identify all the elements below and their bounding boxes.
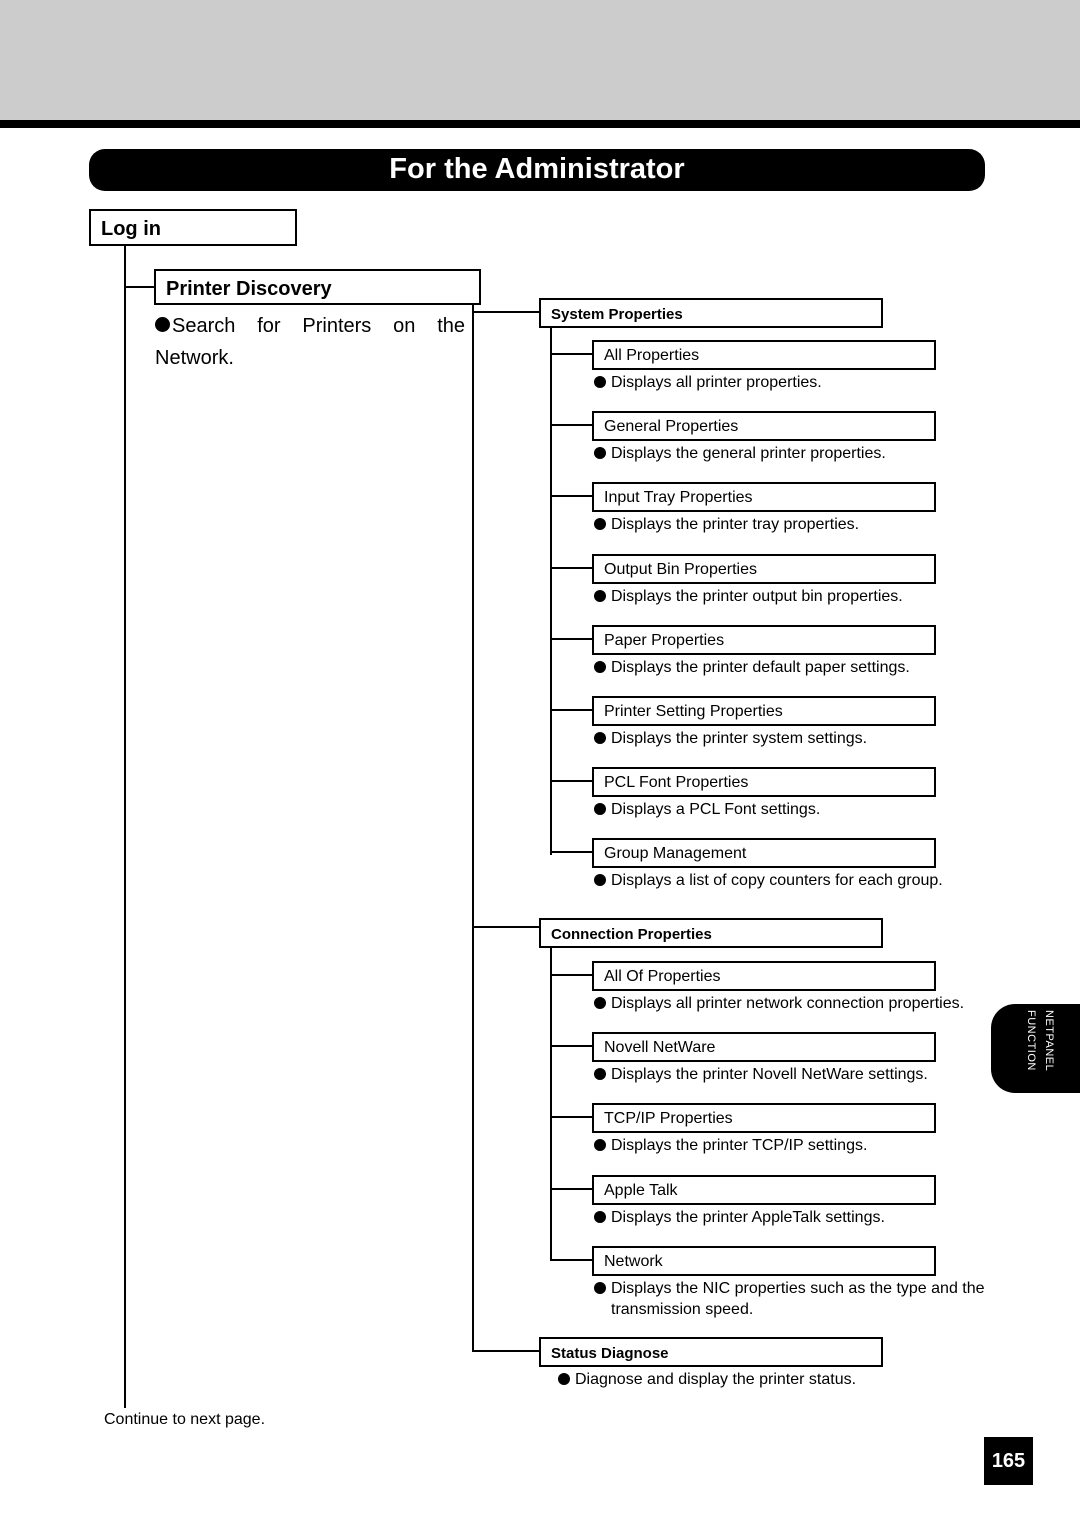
status-diagnose-box: Status Diagnose xyxy=(539,1337,883,1367)
system-branch xyxy=(550,424,594,427)
connection-item-desc: Displays the printer Novell NetWare sett… xyxy=(594,1064,1011,1085)
system-branch xyxy=(550,566,594,569)
system-branch xyxy=(550,780,594,783)
system-item-label: Printer Setting Properties xyxy=(604,703,783,720)
printer-discovery-desc: Search for Printers on the Network. xyxy=(155,315,465,369)
connection-branch xyxy=(550,974,594,976)
side-tab-line2: FUNCTION xyxy=(1025,1010,1037,1071)
system-item-label: Group Management xyxy=(604,845,747,863)
connection-item-desc: Displays the printer TCP/IP settings. xyxy=(594,1135,1011,1156)
side-tab-line1: NETPANEL xyxy=(1043,1010,1055,1072)
bullet-icon xyxy=(594,803,606,816)
connection-item-desc: Displays the printer AppleTalk settings. xyxy=(594,1207,1011,1228)
section-side-tab: NETPANEL FUNCTION xyxy=(991,1004,1080,1093)
system-item-box: Output Bin Properties xyxy=(592,553,936,584)
bullet-icon xyxy=(594,660,606,673)
connection-branch xyxy=(550,1116,594,1119)
system-item-label: Input Tray Properties xyxy=(604,489,753,507)
connection-item-box: Network xyxy=(592,1245,936,1276)
bullet-icon xyxy=(594,1210,606,1223)
system-item-desc: Displays the printer tray properties. xyxy=(594,514,1011,535)
bullet-icon xyxy=(558,1373,570,1385)
bullet-icon xyxy=(594,589,606,602)
system-item-label: Output Bin Properties xyxy=(604,560,757,578)
tree-line-main xyxy=(124,246,126,1408)
connection-item-box: All Of Properties xyxy=(592,961,936,991)
top-black-rule xyxy=(0,120,1080,128)
connection-item-label: Apple Talk xyxy=(604,1181,678,1199)
system-branch xyxy=(550,353,594,355)
connection-branch xyxy=(550,1258,594,1261)
bullet-icon xyxy=(155,317,170,332)
printer-discovery-label: Printer Discovery xyxy=(166,278,332,300)
system-branch xyxy=(550,637,594,640)
bullet-icon xyxy=(594,1068,606,1081)
tree-line-connection xyxy=(550,948,552,1261)
bullet-icon xyxy=(594,874,606,887)
system-item-box: All Properties xyxy=(592,340,936,370)
connection-item-label: Novell NetWare xyxy=(604,1039,716,1057)
system-properties-label: System Properties xyxy=(551,306,683,323)
system-item-label: General Properties xyxy=(604,418,739,436)
system-item-desc: Displays the printer default paper setti… xyxy=(594,657,1011,678)
system-item-label: Paper Properties xyxy=(604,631,725,649)
connection-properties-label: Connection Properties xyxy=(551,926,712,943)
system-item-box: Input Tray Properties xyxy=(592,482,936,513)
connection-item-label: All Of Properties xyxy=(604,968,721,985)
connection-branch xyxy=(550,1187,594,1190)
connection-item-box: Apple Talk xyxy=(592,1174,936,1205)
system-item-label: All Properties xyxy=(604,347,700,364)
status-diagnose-label: Status Diagnose xyxy=(551,1345,669,1362)
bullet-icon xyxy=(594,997,606,1009)
bullet-icon xyxy=(594,447,606,460)
system-item-desc: Displays the printer system settings. xyxy=(594,728,1011,749)
system-item-desc: Displays the printer output bin properti… xyxy=(594,586,1011,607)
page-title: For the Administrator xyxy=(89,149,985,191)
system-item-desc: Displays the general printer properties. xyxy=(594,443,1011,464)
tree-branch-discovery xyxy=(124,286,156,288)
bullet-icon xyxy=(594,732,606,744)
system-properties-box: System Properties xyxy=(539,298,883,328)
tree-branch-system xyxy=(472,311,540,313)
bullet-icon xyxy=(594,518,606,531)
system-item-box: Paper Properties xyxy=(592,624,936,655)
continue-note: Continue to next page. xyxy=(104,1411,266,1428)
system-item-desc: Displays all printer properties. xyxy=(594,372,1011,393)
login-label: Log in xyxy=(101,218,161,240)
top-gray-band xyxy=(0,0,1080,120)
connection-item-box: TCP/IP Properties xyxy=(592,1103,936,1134)
status-diagnose-desc: Diagnose and display the printer status. xyxy=(558,1369,856,1390)
printer-discovery-box: Printer Discovery xyxy=(154,269,481,305)
page-number: 165 xyxy=(984,1437,1033,1485)
connection-branch xyxy=(550,1045,594,1048)
system-item-desc: Displays a PCL Font settings. xyxy=(594,799,1011,820)
system-item-label: PCL Font Properties xyxy=(604,774,749,792)
system-item-box: Group Management xyxy=(592,838,936,869)
system-branch xyxy=(550,495,594,498)
tree-line-system xyxy=(550,328,552,855)
system-item-box: PCL Font Properties xyxy=(592,767,936,798)
login-box: Log in xyxy=(89,209,297,246)
connection-properties-box: Connection Properties xyxy=(539,918,883,948)
tree-line-discovery xyxy=(472,305,474,1352)
bullet-icon xyxy=(594,1139,606,1152)
system-item-box: General Properties xyxy=(592,411,936,442)
connection-item-box: Novell NetWare xyxy=(592,1032,936,1063)
system-branch xyxy=(550,709,594,711)
bullet-icon xyxy=(594,376,606,388)
connection-item-label: TCP/IP Properties xyxy=(604,1110,733,1128)
tree-branch-status xyxy=(472,1350,540,1352)
system-branch xyxy=(550,851,594,854)
system-item-desc: Displays a list of copy counters for eac… xyxy=(594,870,1011,891)
connection-item-desc: Displays all printer network connection … xyxy=(594,993,1011,1014)
connection-item-label: Network xyxy=(604,1252,663,1270)
tree-branch-connection xyxy=(472,926,540,928)
bullet-icon xyxy=(594,1281,606,1294)
system-item-box: Printer Setting Properties xyxy=(592,696,936,726)
connection-item-desc: Displays the NIC properties such as the … xyxy=(594,1278,1011,1320)
